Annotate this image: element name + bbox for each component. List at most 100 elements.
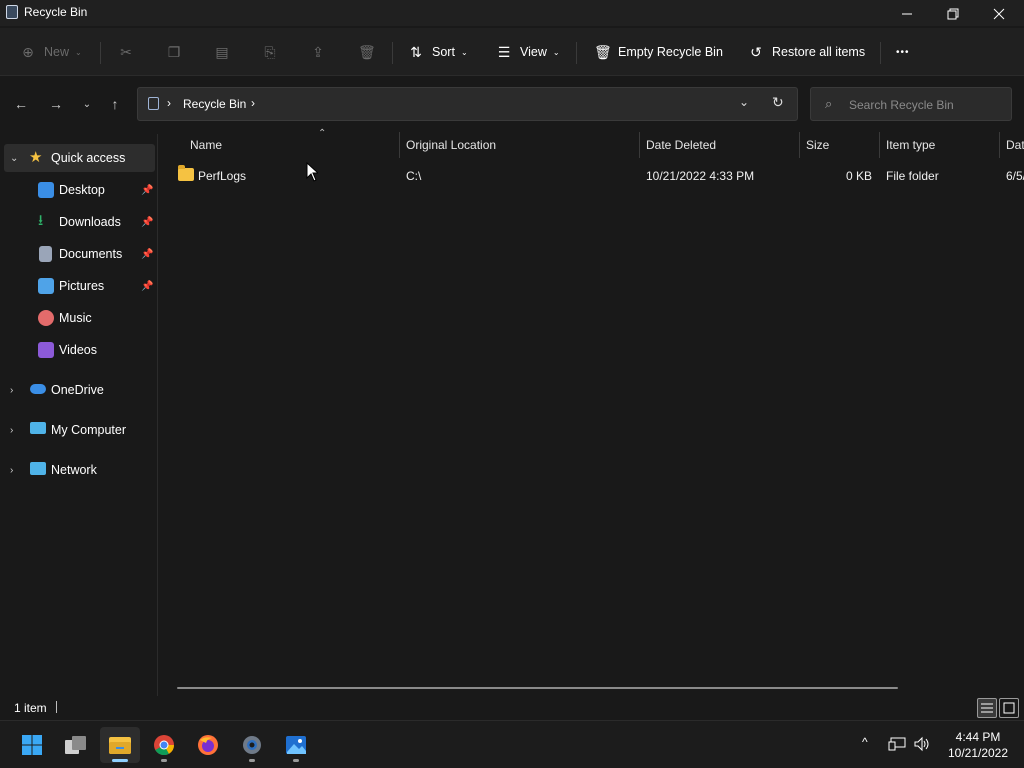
column-label: Date Deleted (646, 138, 717, 152)
column-header-date-deleted[interactable]: Date Deleted (646, 130, 798, 160)
folder-icon (178, 165, 194, 181)
paste-button[interactable]: ▤ (214, 40, 230, 64)
desktop-icon (38, 182, 54, 198)
column-header-item-type[interactable]: Item type (886, 130, 998, 160)
delete-button[interactable]: 🗑 (358, 40, 376, 64)
back-button[interactable]: ← (9, 92, 33, 116)
pin-icon: 📌 (141, 184, 154, 196)
sidebar-item-quick-access[interactable]: ⌄ ★ Quick access (4, 144, 155, 172)
new-button[interactable]: ⊕ New ⌄ (20, 40, 82, 64)
arrow-right-icon: → (49, 96, 63, 112)
sidebar-item-label: Documents (59, 247, 123, 261)
volume-icon[interactable] (913, 736, 931, 752)
sidebar-item-music[interactable]: Music (0, 304, 156, 332)
status-bar: 1 item (0, 696, 1024, 720)
music-icon (38, 310, 54, 326)
search-icon: ⌕ (825, 96, 833, 111)
photos-taskbar-button[interactable] (276, 727, 316, 763)
sidebar-item-videos[interactable]: Videos (0, 336, 156, 364)
chevron-right-icon[interactable]: › (251, 96, 255, 110)
restore-icon (947, 8, 959, 20)
rename-button[interactable]: ⎘ (262, 40, 278, 64)
up-button[interactable]: ↑ (103, 92, 127, 116)
search-input[interactable] (849, 95, 1004, 115)
file-explorer-window: Recycle Bin ⊕ New ⌄ ✂ ❐ ▤ ⎘ ⇪ 🗑 ⇅ Sort ⌄… (0, 0, 1024, 720)
more-options-button[interactable]: ••• (896, 40, 910, 64)
title-bar: Recycle Bin (0, 0, 1024, 26)
minimize-button[interactable] (884, 0, 930, 28)
rename-icon: ⎘ (264, 44, 276, 60)
videos-icon (38, 342, 54, 358)
arrow-up-icon: ↑ (111, 96, 119, 112)
column-header-original-location[interactable]: Original Location (406, 130, 638, 160)
pin-icon: 📌 (141, 248, 154, 260)
sidebar-item-label: Music (59, 311, 92, 325)
cut-button[interactable]: ✂ (118, 40, 134, 64)
file-list: Name ⌃ Original Location Date Deleted Si… (160, 128, 1024, 696)
cell-original-location: C:\ (406, 169, 422, 183)
restore-all-label: Restore all items (772, 45, 866, 59)
sidebar-item-desktop[interactable]: Desktop 📌 (0, 176, 156, 204)
network-icon (30, 462, 46, 475)
breadcrumb-recycle-bin[interactable]: Recycle Bin (183, 97, 246, 111)
column-label: Name (190, 138, 223, 152)
copy-button[interactable]: ❐ (166, 40, 182, 64)
restore-button[interactable] (930, 0, 976, 28)
pin-icon: 📌 (141, 280, 154, 292)
horizontal-scrollbar[interactable] (177, 687, 898, 689)
chevron-down-icon: ⌄ (75, 47, 82, 57)
address-bar[interactable]: › Recycle Bin › ⌄ ↻ (137, 87, 798, 121)
start-button[interactable] (12, 727, 52, 763)
forward-button[interactable]: → (44, 92, 68, 116)
view-button[interactable]: ☰ View ⌄ (496, 40, 560, 64)
column-header-name[interactable]: Name ⌃ (190, 128, 398, 160)
chevron-down-icon[interactable]: ⌄ (10, 153, 18, 164)
close-button[interactable] (976, 0, 1022, 28)
view-icon: ☰ (497, 44, 511, 60)
chrome-taskbar-button[interactable] (144, 727, 184, 763)
settings-taskbar-button[interactable] (232, 727, 272, 763)
chevron-right-icon[interactable]: › (10, 385, 13, 396)
column-divider[interactable] (999, 132, 1000, 158)
share-button[interactable]: ⇪ (310, 40, 326, 64)
search-box[interactable]: ⌕ (810, 87, 1012, 121)
empty-recycle-bin-button[interactable]: 🗑 Empty Recycle Bin (594, 40, 723, 64)
table-row[interactable]: PerfLogs C:\ 10/21/2022 4:33 PM 0 KB Fil… (160, 164, 1024, 188)
cell-date-deleted: 10/21/2022 4:33 PM (646, 169, 755, 183)
column-divider[interactable] (799, 132, 800, 158)
refresh-icon[interactable]: ↻ (772, 94, 784, 111)
sidebar-item-network[interactable]: › Network (0, 456, 156, 484)
column-header-size[interactable]: Size (806, 130, 878, 160)
large-icons-view-button[interactable] (999, 698, 1019, 718)
sort-button[interactable]: ⇅ Sort ⌄ (408, 40, 468, 64)
restore-all-button[interactable]: ↺ Restore all items (748, 40, 865, 64)
pictures-icon (38, 278, 54, 294)
sidebar-item-label: Videos (59, 343, 97, 357)
task-view-button[interactable] (56, 727, 96, 763)
chevron-right-icon[interactable]: › (10, 425, 13, 436)
chevron-down-icon: ⌄ (82, 98, 92, 110)
chevron-right-icon[interactable]: › (10, 465, 13, 476)
sidebar-item-label: Pictures (59, 279, 105, 293)
settings-icon (243, 736, 261, 754)
network-status-icon[interactable] (888, 736, 906, 752)
column-divider[interactable] (879, 132, 880, 158)
sidebar-item-label: Desktop (59, 183, 105, 197)
recent-locations-button[interactable]: ⌄ (75, 92, 99, 116)
details-view-button[interactable] (977, 698, 997, 718)
file-explorer-taskbar-button[interactable] (100, 727, 140, 763)
column-divider[interactable] (399, 132, 400, 158)
sidebar-item-onedrive[interactable]: › OneDrive (0, 376, 156, 404)
cut-icon: ✂ (120, 44, 132, 60)
system-clock[interactable]: 4:44 PM 10/21/2022 (938, 729, 1018, 761)
recycle-bin-icon (148, 97, 159, 110)
sidebar-item-documents[interactable]: Documents 📌 (0, 240, 156, 268)
show-hidden-icons-button[interactable]: ^ (862, 735, 868, 749)
address-history-dropdown[interactable]: ⌄ (739, 95, 749, 109)
sidebar-item-pictures[interactable]: Pictures 📌 (0, 272, 156, 300)
sidebar-item-my-computer[interactable]: › My Computer (0, 416, 156, 444)
column-divider[interactable] (639, 132, 640, 158)
column-header-date-created[interactable]: Dat (1006, 130, 1024, 160)
sidebar-item-downloads[interactable]: ⭳ Downloads 📌 (0, 208, 156, 236)
firefox-taskbar-button[interactable] (188, 727, 228, 763)
